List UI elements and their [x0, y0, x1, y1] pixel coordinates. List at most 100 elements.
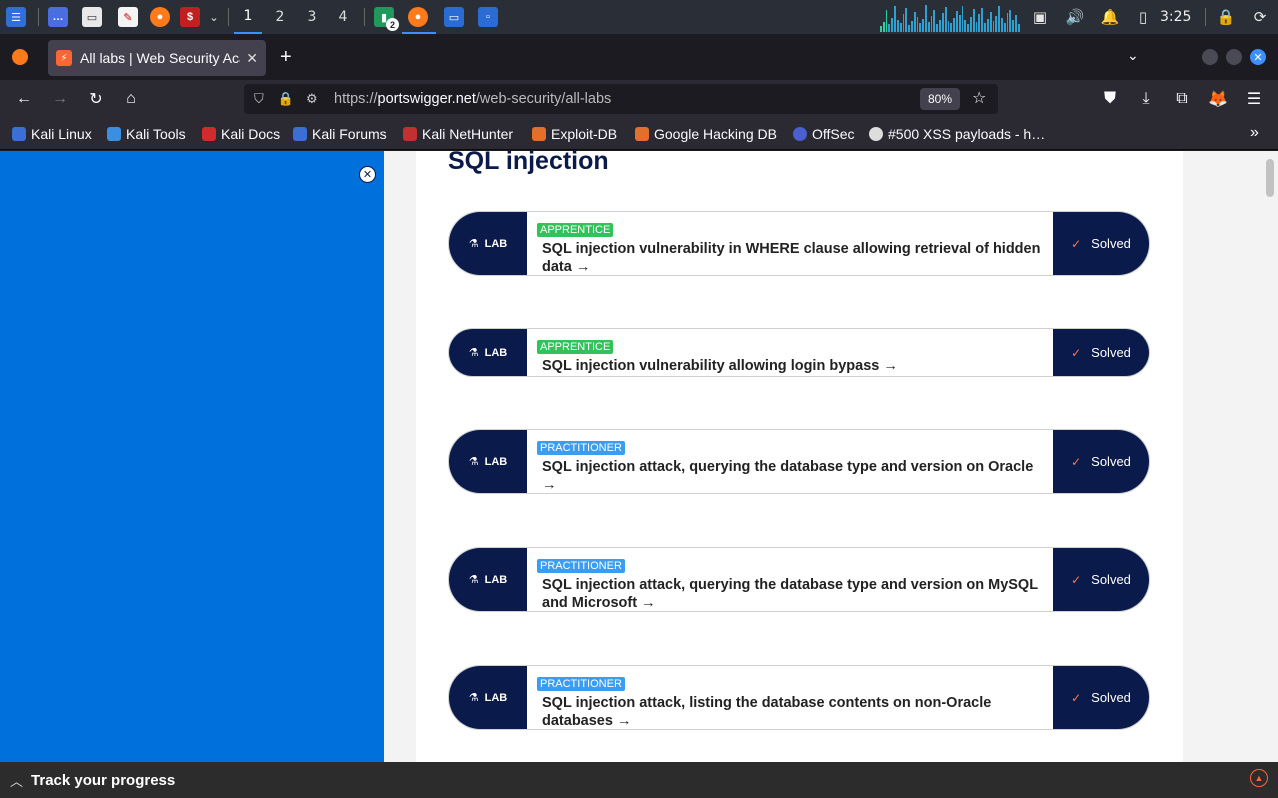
bookmark-offsec[interactable]: OffSec	[793, 126, 855, 142]
bookmark-xss-payloads[interactable]: #500 XSS payloads - h…	[869, 126, 1045, 142]
firefox-icon[interactable]: ●	[150, 7, 170, 27]
permissions-icon[interactable]: ⚙	[306, 91, 318, 107]
cpu-graph-bar	[910, 21, 913, 32]
cpu-graph-bar	[978, 14, 981, 32]
cpu-graph-bar	[955, 11, 958, 32]
taskbar-separator	[364, 8, 365, 26]
power-icon[interactable]: ⟳	[1250, 0, 1270, 34]
bookmark-kali-docs[interactable]: Kali Docs	[202, 126, 280, 142]
cpu-graph-bar	[944, 7, 947, 32]
new-tab-button[interactable]: +	[280, 46, 292, 69]
status-badge: ✓ Solved	[1053, 548, 1149, 611]
battery-icon[interactable]: ▯	[1134, 0, 1152, 34]
bookmark-kali-forums[interactable]: Kali Forums	[293, 126, 387, 142]
window-icon[interactable]: ▭	[444, 7, 464, 27]
check-icon: ✓	[1071, 454, 1082, 469]
lab-title-link[interactable]: SQL injection attack, querying the datab…	[537, 458, 1043, 493]
cpu-graph-bar	[930, 16, 933, 32]
cpu-graph-bar	[1006, 13, 1009, 32]
extension-foxyproxy-icon[interactable]: 🦊	[1207, 88, 1229, 110]
cpu-graph-bar	[1000, 18, 1003, 32]
cpu-graph-bar	[925, 5, 927, 32]
exploit-db-icon	[532, 127, 546, 141]
zoom-indicator[interactable]: 80%	[920, 88, 960, 110]
bookmark-star-icon[interactable]: ☆	[972, 88, 986, 108]
sidebar-close-button[interactable]: ✕	[359, 166, 376, 183]
cpu-graph-bar	[975, 22, 978, 32]
back-button[interactable]: ←	[13, 88, 35, 110]
lab-tag: ⚗ LAB	[449, 329, 527, 376]
lab-title-link[interactable]: SQL injection attack, querying the datab…	[537, 576, 1043, 611]
track-progress-label[interactable]: Track your progress	[31, 772, 175, 789]
lab-title-link[interactable]: SQL injection vulnerability in WHERE cla…	[537, 240, 1043, 275]
tracking-protection-icon[interactable]: ⛉	[254, 91, 264, 107]
cpu-graph-bar	[992, 21, 995, 32]
check-icon: ✓	[1071, 236, 1082, 251]
lab-tag: ⚗ LAB	[449, 666, 527, 729]
reload-button[interactable]: ↻	[85, 88, 107, 110]
extensions-icon[interactable]: ⧉	[1171, 88, 1193, 110]
tab-title: All labs | Web Security Acade	[80, 50, 240, 66]
minimize-button[interactable]	[1202, 49, 1218, 65]
cpu-graph-bar	[972, 9, 975, 32]
level-badge: PRACTITIONER	[537, 441, 625, 455]
workspace-1[interactable]: 1	[234, 0, 262, 34]
bookmark-kali-nethunter[interactable]: Kali NetHunter	[403, 126, 513, 142]
lab-body: APPRENTICE SQL injection vulnerability a…	[527, 329, 1053, 376]
cpu-graph-bar	[919, 23, 922, 32]
cpu-graph-bar	[970, 17, 972, 32]
firefox-view-icon[interactable]	[12, 49, 28, 65]
firefox-window-icon[interactable]: ●	[408, 7, 428, 27]
terminal-icon[interactable]: …	[48, 7, 68, 27]
text-editor-icon[interactable]: ✎	[118, 7, 138, 27]
track-progress-bar[interactable]: ︿ Track your progress ▲	[0, 762, 1278, 798]
page-scrollbar[interactable]	[1266, 159, 1274, 197]
volume-icon[interactable]: 🔊	[1064, 0, 1086, 34]
file-manager-icon[interactable]: ▭	[82, 7, 102, 27]
lab-card[interactable]: ⚗ LAB PRACTITIONER SQL injection attack, …	[448, 429, 1150, 494]
progress-sidebar: ✕	[0, 151, 384, 762]
notification-bell-icon[interactable]: 🔔	[1100, 0, 1120, 34]
menu-icon[interactable]: ☰	[1243, 88, 1265, 110]
cpu-graph-bar	[953, 18, 955, 32]
cpu-graph-bar	[1003, 23, 1006, 32]
bookmark-google-hacking-db[interactable]: Google Hacking DB	[635, 126, 777, 142]
taskbar-separator	[1205, 8, 1206, 26]
workspace-2[interactable]: 2	[266, 0, 294, 34]
display-icon[interactable]: ▣	[1030, 0, 1050, 34]
window-icon-2[interactable]: ▫	[478, 7, 498, 27]
forward-button[interactable]: →	[49, 88, 71, 110]
bookmark-exploit-db[interactable]: Exploit-DB	[532, 126, 617, 142]
more-bookmarks-icon[interactable]: »	[1250, 124, 1259, 142]
lab-card[interactable]: ⚗ LAB APPRENTICE SQL injection vulnerabil…	[448, 328, 1150, 377]
lab-card[interactable]: ⚗ LAB APPRENTICE SQL injection vulnerabil…	[448, 211, 1150, 276]
tab-close-icon[interactable]: ✕	[246, 50, 258, 67]
workspace-3[interactable]: 3	[298, 0, 326, 34]
lab-card[interactable]: ⚗ LAB PRACTITIONER SQL injection attack, …	[448, 665, 1150, 730]
cpu-graph-bar	[958, 15, 961, 32]
home-button[interactable]: ⌂	[120, 88, 142, 110]
close-window-button[interactable]: ✕	[1250, 49, 1266, 65]
chevron-down-icon[interactable]: ⌄	[204, 7, 224, 27]
scroll-to-top-icon[interactable]: ▲	[1250, 769, 1268, 787]
chevron-up-icon[interactable]: ︿	[10, 771, 23, 790]
root-terminal-icon[interactable]: $	[180, 7, 200, 27]
workspace-4[interactable]: 4	[329, 0, 357, 34]
cpu-graph-bar	[961, 6, 964, 32]
lock-icon[interactable]: 🔒	[1216, 0, 1236, 34]
url-text[interactable]: https://portswigger.net/web-security/all…	[334, 91, 611, 107]
bookmark-kali-tools[interactable]: Kali Tools	[107, 126, 186, 142]
bookmark-kali-linux[interactable]: Kali Linux	[12, 126, 92, 142]
maximize-button[interactable]	[1226, 49, 1242, 65]
cpu-graph-bar	[908, 25, 910, 32]
kali-menu-icon[interactable]: ☰	[6, 7, 26, 27]
downloads-icon[interactable]: ⤓	[1135, 88, 1157, 110]
pocket-icon[interactable]: ⛊	[1099, 88, 1121, 110]
list-all-tabs-icon[interactable]: ⌄	[1127, 47, 1139, 64]
lab-title-link[interactable]: SQL injection attack, listing the databa…	[537, 694, 1043, 729]
padlock-icon[interactable]: 🔒	[278, 91, 294, 107]
url-bar[interactable]: ⛉ 🔒 ⚙ https://portswigger.net/web-securi…	[244, 84, 998, 114]
tab-all-labs[interactable]: ⚡ All labs | Web Security Acade ✕	[48, 40, 266, 76]
lab-title-link[interactable]: SQL injection vulnerability allowing log…	[537, 357, 1043, 375]
lab-card[interactable]: ⚗ LAB PRACTITIONER SQL injection attack, …	[448, 547, 1150, 612]
